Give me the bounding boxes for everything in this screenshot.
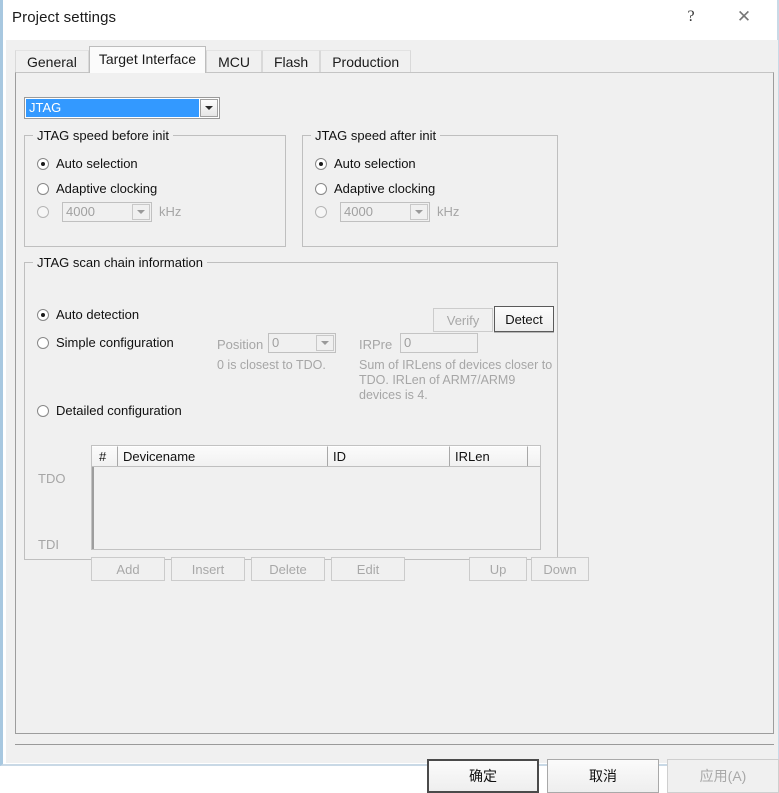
tab-general-label: General [27,54,77,70]
tab-mcu-label: MCU [218,54,250,70]
after-speed-combo[interactable]: 4000 [340,202,430,222]
device-table: # Devicename ID IRLen [91,445,541,550]
help-button[interactable]: ? [668,0,714,33]
column-header-spacer [528,446,540,466]
down-button[interactable]: Down [531,557,589,581]
target-interface-combo-value: JTAG [26,99,199,117]
dialog-body: General Target Interface MCU Flash Produ… [6,40,779,793]
insert-button[interactable]: Insert [171,557,245,581]
before-speed-combo-button[interactable] [132,204,150,220]
radio-icon [315,182,327,195]
target-interface-combo[interactable]: JTAG [24,97,220,119]
tdo-label: TDO [38,471,66,486]
radio-before-auto-selection[interactable]: Auto selection [37,156,138,171]
footer-separator [15,744,774,745]
title-bar: Project settings ? ✕ [3,0,777,41]
target-interface-combo-button[interactable] [200,99,218,117]
chevron-down-icon [321,341,329,345]
after-speed-combo-value: 4000 [344,204,373,219]
position-combo-value: 0 [272,335,280,350]
radio-after-fixed-speed[interactable] [315,206,334,218]
tab-target-interface-label: Target Interface [98,51,197,67]
radio-before-adaptive-clocking[interactable]: Adaptive clocking [37,181,157,196]
tab-general[interactable]: General [15,50,89,73]
column-header-id[interactable]: ID [328,446,450,466]
device-table-body[interactable] [92,467,540,549]
tab-flash[interactable]: Flash [261,50,321,73]
radio-after-adaptive-clocking-label: Adaptive clocking [334,181,436,196]
radio-simple-configuration[interactable]: Simple configuration [37,335,174,350]
position-hint: 0 is closest to TDO. [217,358,326,372]
after-speed-combo-button[interactable] [410,204,428,220]
up-button[interactable]: Up [469,557,527,581]
radio-auto-detection-label: Auto detection [56,307,140,322]
window-title: Project settings [12,9,117,26]
group-jtag-scan-chain: JTAG scan chain information Auto detecti… [24,255,589,581]
chevron-down-icon [205,106,213,110]
group-jtag-speed-after-init: JTAG speed after init Auto selection Ada… [302,128,558,247]
tab-target-interface[interactable]: Target Interface [88,46,207,73]
radio-icon [37,182,49,195]
radio-detailed-configuration-label: Detailed configuration [56,403,182,418]
position-combo[interactable]: 0 [268,333,336,353]
delete-button[interactable]: Delete [251,557,325,581]
group-scan-legend: JTAG scan chain information [33,255,207,270]
question-mark-icon: ? [687,7,695,25]
group-after-legend: JTAG speed after init [311,128,441,143]
tab-production-label: Production [332,54,400,70]
close-icon: ✕ [736,7,752,26]
tab-strip: General Target Interface MCU Flash Produ… [15,46,412,73]
radio-simple-configuration-label: Simple configuration [56,335,174,350]
irpre-hint: Sum of IRLens of devices closer to TDO. … [359,358,553,402]
radio-before-fixed-speed[interactable] [37,206,56,218]
column-header-devicename[interactable]: Devicename [118,446,328,466]
position-combo-button[interactable] [316,335,334,351]
irpre-input[interactable]: 0 [400,333,478,353]
radio-icon [315,157,327,170]
radio-after-auto-selection[interactable]: Auto selection [315,156,416,171]
radio-icon [37,404,49,417]
project-settings-dialog: Project settings ? ✕ General Target Inte… [0,0,779,793]
chevron-down-icon [415,210,423,214]
position-label: Position [217,337,264,352]
radio-before-adaptive-clocking-label: Adaptive clocking [56,181,158,196]
tab-mcu[interactable]: MCU [206,50,262,73]
tab-production[interactable]: Production [320,50,412,73]
device-table-header: # Devicename ID IRLen [92,446,540,467]
detect-button[interactable]: Detect [494,306,554,332]
radio-icon [37,206,49,218]
radio-icon [37,308,49,321]
radio-after-auto-selection-label: Auto selection [334,156,416,171]
edit-button[interactable]: Edit [331,557,405,581]
before-speed-combo[interactable]: 4000 [62,202,152,222]
column-header-index[interactable]: # [92,446,118,466]
after-speed-unit: kHz [437,204,460,219]
tab-flash-label: Flash [273,54,309,70]
tdi-label: TDI [38,537,59,552]
verify-button[interactable]: Verify [433,308,493,332]
group-before-legend: JTAG speed before init [33,128,173,143]
irpre-label: IRPre [359,337,393,352]
group-jtag-speed-before-init: JTAG speed before init Auto selection Ad… [24,128,286,247]
before-speed-combo-value: 4000 [66,204,95,219]
ok-button[interactable]: 确定 [427,759,539,793]
radio-after-adaptive-clocking[interactable]: Adaptive clocking [315,181,435,196]
radio-auto-detection[interactable]: Auto detection [37,307,139,322]
apply-button[interactable]: 应用(A) [667,759,779,793]
radio-before-auto-selection-label: Auto selection [56,156,138,171]
radio-icon [315,206,327,218]
cancel-button[interactable]: 取消 [547,759,659,793]
radio-detailed-configuration[interactable]: Detailed configuration [37,403,182,418]
radio-icon [37,157,49,170]
chevron-down-icon [137,210,145,214]
column-header-irlen[interactable]: IRLen [450,446,528,466]
radio-icon [37,336,49,349]
add-button[interactable]: Add [91,557,165,581]
before-speed-unit: kHz [159,204,182,219]
close-button[interactable]: ✕ [721,0,767,33]
